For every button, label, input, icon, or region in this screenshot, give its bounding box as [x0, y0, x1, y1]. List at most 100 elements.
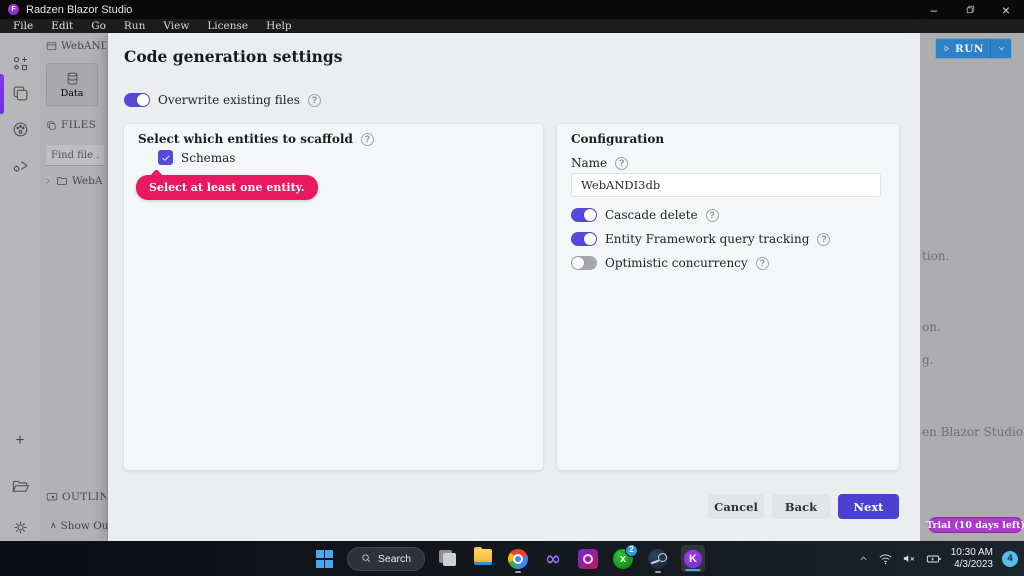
radzen-studio-taskbar-button[interactable]: K	[681, 544, 705, 574]
window-icon	[46, 41, 57, 52]
show-outline-label: Show Ou	[61, 520, 108, 532]
palette-icon	[11, 120, 30, 139]
cascade-delete-toggle[interactable]	[571, 208, 597, 222]
minimize-button[interactable]: –	[916, 0, 952, 19]
create-icon	[11, 54, 30, 73]
app-button-purple[interactable]	[576, 544, 600, 574]
restore-button[interactable]	[952, 0, 988, 19]
settings-button[interactable]	[10, 517, 30, 537]
menu-go[interactable]: Go	[82, 19, 115, 33]
open-folder-icon	[11, 477, 30, 496]
theme-button[interactable]	[10, 119, 30, 139]
trial-badge[interactable]: Trial (10 days left)	[928, 517, 1023, 533]
tray-overflow-button[interactable]	[858, 553, 869, 564]
file-tree-item[interactable]: WebA	[44, 175, 108, 187]
battery-button[interactable]	[926, 551, 942, 567]
side-panel: WebANDI Data FILES WebA OUTLINE ∧	[40, 33, 108, 541]
overwrite-label: Overwrite existing files	[158, 93, 300, 107]
pages-button[interactable]	[10, 83, 30, 103]
optimistic-concurrency-help-icon[interactable]: ?	[756, 257, 769, 270]
files-section-header[interactable]: FILES	[46, 119, 106, 131]
deploy-button[interactable]	[10, 155, 30, 175]
wifi-button[interactable]	[878, 551, 893, 566]
titlebar: F Radzen Blazor Studio – ×	[0, 0, 1024, 19]
start-button[interactable]	[312, 544, 336, 574]
chevron-right-icon	[44, 177, 52, 185]
steam-button[interactable]	[646, 544, 670, 574]
ef-query-tracking-help-icon[interactable]: ?	[817, 233, 830, 246]
background-partial-text: en Blazor Studio.	[922, 425, 1024, 439]
background-partial-text: g.	[922, 353, 934, 367]
close-button[interactable]: ×	[988, 0, 1024, 19]
windows-logo-icon	[316, 550, 333, 567]
xbox-button[interactable]: x 2	[611, 544, 635, 574]
entities-help-icon[interactable]: ?	[361, 133, 374, 146]
outline-header-label: OUTLINE	[62, 491, 106, 503]
find-file-input[interactable]	[46, 145, 104, 166]
show-outline-toggle[interactable]: ∧ Show Ou	[50, 520, 108, 532]
menu-run[interactable]: Run	[115, 19, 154, 33]
run-button[interactable]: RUN	[935, 38, 1012, 59]
menu-license[interactable]: License	[198, 19, 257, 33]
run-options-dropdown[interactable]	[991, 39, 1011, 58]
outline-section-header[interactable]: OUTLINE	[46, 491, 106, 503]
configuration-card-title: Configuration	[571, 132, 664, 146]
cancel-button[interactable]: Cancel	[708, 494, 764, 519]
ef-query-tracking-toggle[interactable]	[571, 232, 597, 246]
chrome-icon	[508, 549, 528, 569]
code-generation-dialog: Code generation settings Overwrite exist…	[108, 33, 920, 541]
pages-icon	[11, 84, 30, 103]
add-button[interactable]: +	[10, 431, 30, 451]
radzen-icon: K	[681, 545, 705, 572]
project-tab[interactable]: WebANDI	[46, 40, 106, 52]
chevron-down-icon	[997, 44, 1006, 53]
tree-item-label: WebA	[72, 175, 102, 187]
back-button[interactable]: Back	[772, 494, 830, 519]
name-label: Name	[571, 156, 607, 170]
search-label: Search	[378, 553, 411, 565]
play-icon	[942, 44, 951, 53]
menu-file[interactable]: File	[4, 19, 42, 33]
ef-query-tracking-label: Entity Framework query tracking	[605, 232, 809, 246]
run-button-label: RUN	[955, 43, 984, 55]
active-section-indicator	[0, 74, 4, 114]
restore-icon	[965, 4, 976, 15]
menu-edit[interactable]: Edit	[42, 19, 82, 33]
chevron-up-icon	[858, 553, 869, 564]
name-input[interactable]	[571, 173, 881, 197]
wifi-icon	[878, 551, 893, 566]
volume-muted-icon	[902, 551, 917, 566]
plus-icon: +	[15, 432, 24, 450]
volume-button[interactable]	[902, 551, 917, 566]
overwrite-existing-files-toggle[interactable]	[124, 93, 150, 107]
task-view-button[interactable]	[436, 544, 460, 574]
activity-bar: +	[0, 33, 40, 541]
active-app-indicator	[686, 569, 701, 572]
gear-icon	[11, 518, 30, 537]
menu-view[interactable]: View	[154, 19, 198, 33]
file-explorer-button[interactable]	[471, 544, 495, 574]
taskbar-search[interactable]: Search	[347, 547, 425, 571]
next-button[interactable]: Next	[838, 494, 899, 519]
optimistic-concurrency-label: Optimistic concurrency	[605, 256, 748, 270]
chrome-button[interactable]	[506, 544, 530, 574]
entities-card-title: Select which entities to scaffold	[138, 132, 353, 146]
open-project-button[interactable]	[10, 476, 30, 496]
cascade-delete-help-icon[interactable]: ?	[706, 209, 719, 222]
configuration-card: Configuration Name ? Cascade delete ? En…	[557, 124, 899, 470]
run-deploy-icon	[11, 156, 30, 175]
radzen-blazor-studio-window: F Radzen Blazor Studio – × File Edit Go …	[0, 0, 1024, 576]
create-button[interactable]	[10, 53, 30, 73]
overwrite-help-icon[interactable]: ?	[308, 94, 321, 107]
database-icon	[65, 71, 80, 86]
tray-clock[interactable]: 10:30 AM 4/3/2023	[951, 547, 993, 570]
visual-studio-button[interactable]: ∞	[541, 544, 565, 574]
windows-taskbar: Search ∞ x 2	[0, 541, 1024, 576]
notification-count-badge[interactable]: 4	[1002, 551, 1018, 567]
background-partial-text: tion.	[922, 249, 949, 263]
schemas-checkbox[interactable]	[158, 150, 173, 165]
data-source-tile[interactable]: Data	[46, 63, 98, 106]
menu-help[interactable]: Help	[257, 19, 300, 33]
name-help-icon[interactable]: ?	[615, 157, 628, 170]
optimistic-concurrency-toggle[interactable]	[571, 256, 597, 270]
